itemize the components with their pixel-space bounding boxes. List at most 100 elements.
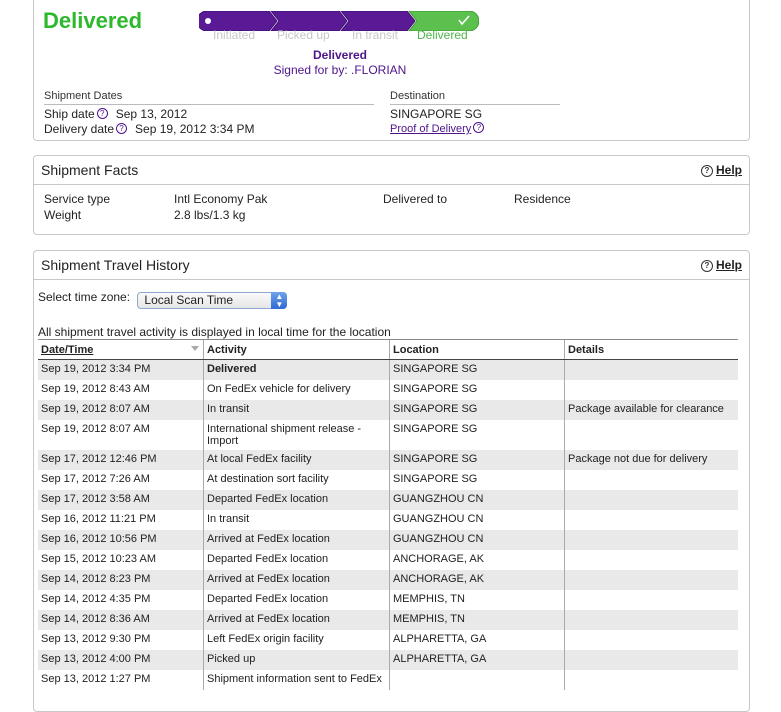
cell-location: SINGAPORE SG (389, 420, 565, 450)
cell-location: SINGAPORE SG (389, 470, 565, 490)
ship-date-label: Ship date (44, 107, 95, 121)
table-row: Sep 16, 2012 10:56 PM Arrived at FedEx l… (38, 530, 738, 550)
question-help-icon[interactable]: ? (116, 123, 128, 134)
cell-date: Sep 19, 2012 8:43 AM (38, 380, 204, 400)
cell-date: Sep 17, 2012 7:26 AM (38, 470, 204, 490)
table-row: Sep 13, 2012 1:27 PM Shipment informatio… (38, 670, 738, 690)
shipment-facts-title: Shipment Facts (41, 162, 139, 178)
cell-details (564, 550, 738, 570)
cell-location: ALPHARETTA, GA (389, 650, 565, 670)
cell-details (564, 570, 738, 590)
cell-details (564, 380, 738, 400)
history-help-label[interactable]: Help (716, 258, 742, 272)
destination: Destination SINGAPORE SG Proof of Delive… (390, 90, 560, 137)
travel-history-title: Shipment Travel History (41, 257, 190, 273)
column-header-date-time-label[interactable]: Date/Time (41, 344, 93, 356)
proof-of-delivery-link[interactable]: Proof of Delivery (390, 123, 471, 135)
table-row: Sep 14, 2012 8:36 AM Arrived at FedEx lo… (38, 610, 738, 630)
status-detail: Delivered Signed for by: .FLORIAN (234, 48, 446, 77)
question-help-icon: ? (700, 165, 713, 177)
cell-activity: Arrived at FedEx location (203, 530, 390, 550)
cell-activity: In transit (203, 400, 390, 420)
cell-details (564, 530, 738, 550)
cell-date: Sep 16, 2012 10:56 PM (38, 530, 204, 550)
column-header-location: Location (389, 339, 565, 360)
cell-location: ANCHORAGE, AK (389, 550, 565, 570)
column-header-activity: Activity (203, 339, 390, 360)
cell-details (564, 510, 738, 530)
cell-activity: Departed FedEx location (203, 550, 390, 570)
status-detail-headline: Delivered (312, 48, 368, 62)
ship-date-value: Sep 13, 2012 (115, 107, 188, 121)
cell-details (564, 420, 738, 450)
table-row: Sep 19, 2012 8:07 AM In transit SINGAPOR… (38, 400, 738, 420)
cell-location: GUANGZHOU CN (389, 510, 565, 530)
destination-value: SINGAPORE SG (390, 107, 483, 121)
delivery-date-value: Sep 19, 2012 3:34 PM (135, 122, 255, 136)
column-header-date-time[interactable]: Date/Time (38, 339, 204, 360)
cell-activity: In transit (203, 510, 390, 530)
cell-activity: Shipment information sent to FedEx (203, 670, 390, 690)
time-zone-value: Local Scan Time (144, 293, 234, 307)
status-title: Delivered (43, 8, 143, 33)
delivered-to-label: Delivered to (383, 192, 448, 206)
cell-activity: Departed FedEx location (203, 590, 390, 610)
cell-date: Sep 14, 2012 8:23 PM (38, 570, 204, 590)
time-zone-label: Select time zone: (38, 290, 131, 304)
cell-details (564, 490, 738, 510)
facts-help-label[interactable]: Help (716, 163, 742, 177)
cell-location: MEMPHIS, TN (389, 590, 565, 610)
cell-activity: International shipment release - Import (203, 420, 390, 450)
cell-activity: Picked up (203, 650, 390, 670)
cell-location: SINGAPORE SG (389, 450, 565, 470)
table-row: Sep 19, 2012 8:07 AM International shipm… (38, 420, 738, 450)
ship-date-row: Ship date? Sep 13, 2012 (44, 107, 374, 122)
question-help-icon[interactable]: ? (96, 108, 108, 119)
history-help-link[interactable]: ? Help (700, 258, 742, 272)
delivery-date-row: Delivery date? Sep 19, 2012 3:34 PM (44, 122, 374, 137)
step-label-delivered: Delivered (417, 28, 468, 42)
service-type-label: Service type (44, 192, 111, 206)
cell-details (564, 670, 738, 690)
progress-labels: Initiated Picked up In transit Delivered (199, 28, 489, 44)
progress-start-dot (205, 18, 211, 24)
destination-header: Destination (390, 90, 560, 105)
step-label-picked-up: Picked up (277, 28, 330, 42)
shipment-facts-panel: Shipment Facts ? Help Service type Intl E… (33, 155, 750, 235)
cell-activity: At destination sort facility (203, 470, 390, 490)
table-row: Sep 15, 2012 10:23 AM Departed FedEx loc… (38, 550, 738, 570)
table-row: Sep 13, 2012 9:30 PM Left FedEx origin f… (38, 630, 738, 650)
table-header-row: Date/Time Activity Location Details (38, 339, 738, 360)
cell-date: Sep 19, 2012 3:34 PM (38, 359, 204, 380)
table-row: Sep 19, 2012 8:43 AM On FedEx vehicle fo… (38, 380, 738, 400)
shipment-facts-header: Shipment Facts ? Help (34, 156, 749, 185)
shipment-dates-header: Shipment Dates (44, 90, 374, 105)
table-row: Sep 14, 2012 8:23 PM Arrived at FedEx lo… (38, 570, 738, 590)
travel-history-panel: Shipment Travel History ? Help Select tim… (33, 250, 750, 712)
select-arrows-icon: ▲ ▼ (271, 292, 288, 309)
shipment-status-panel: Delivered Initiated Picked up In transit… (33, 0, 750, 141)
weight-value: 2.8 lbs/1.3 kg (174, 208, 246, 222)
cell-activity: Arrived at FedEx location (203, 610, 390, 630)
cell-location: SINGAPORE SG (389, 380, 565, 400)
question-help-icon[interactable]: ? (473, 122, 485, 133)
time-zone-select[interactable]: Local Scan Time ▲ ▼ (137, 292, 288, 309)
table-row: Sep 17, 2012 7:26 AM At destination sort… (38, 470, 738, 490)
cell-activity: At local FedEx facility (203, 450, 390, 470)
cell-location: ANCHORAGE, AK (389, 570, 565, 590)
cell-details (564, 650, 738, 670)
facts-help-link[interactable]: ? Help (700, 163, 742, 177)
sort-desc-icon[interactable] (191, 346, 199, 351)
table-row: Sep 17, 2012 3:58 AM Departed FedEx loca… (38, 490, 738, 510)
cell-location: ALPHARETTA, GA (389, 630, 565, 650)
cell-location: SINGAPORE SG (389, 400, 565, 420)
cell-activity: Arrived at FedEx location (203, 570, 390, 590)
cell-details: Package available for clearance (564, 400, 738, 420)
column-header-details: Details (564, 339, 738, 360)
cell-activity: On FedEx vehicle for delivery (203, 380, 390, 400)
cell-activity: Departed FedEx location (203, 490, 390, 510)
step-label-in-transit: In transit (352, 28, 399, 42)
time-zone-row: Select time zone: Local Scan Time ▲ ▼ (38, 290, 288, 309)
travel-history-rows: Sep 19, 2012 3:34 PM Delivered SINGAPORE… (38, 359, 738, 690)
cell-location: MEMPHIS, TN (389, 610, 565, 630)
